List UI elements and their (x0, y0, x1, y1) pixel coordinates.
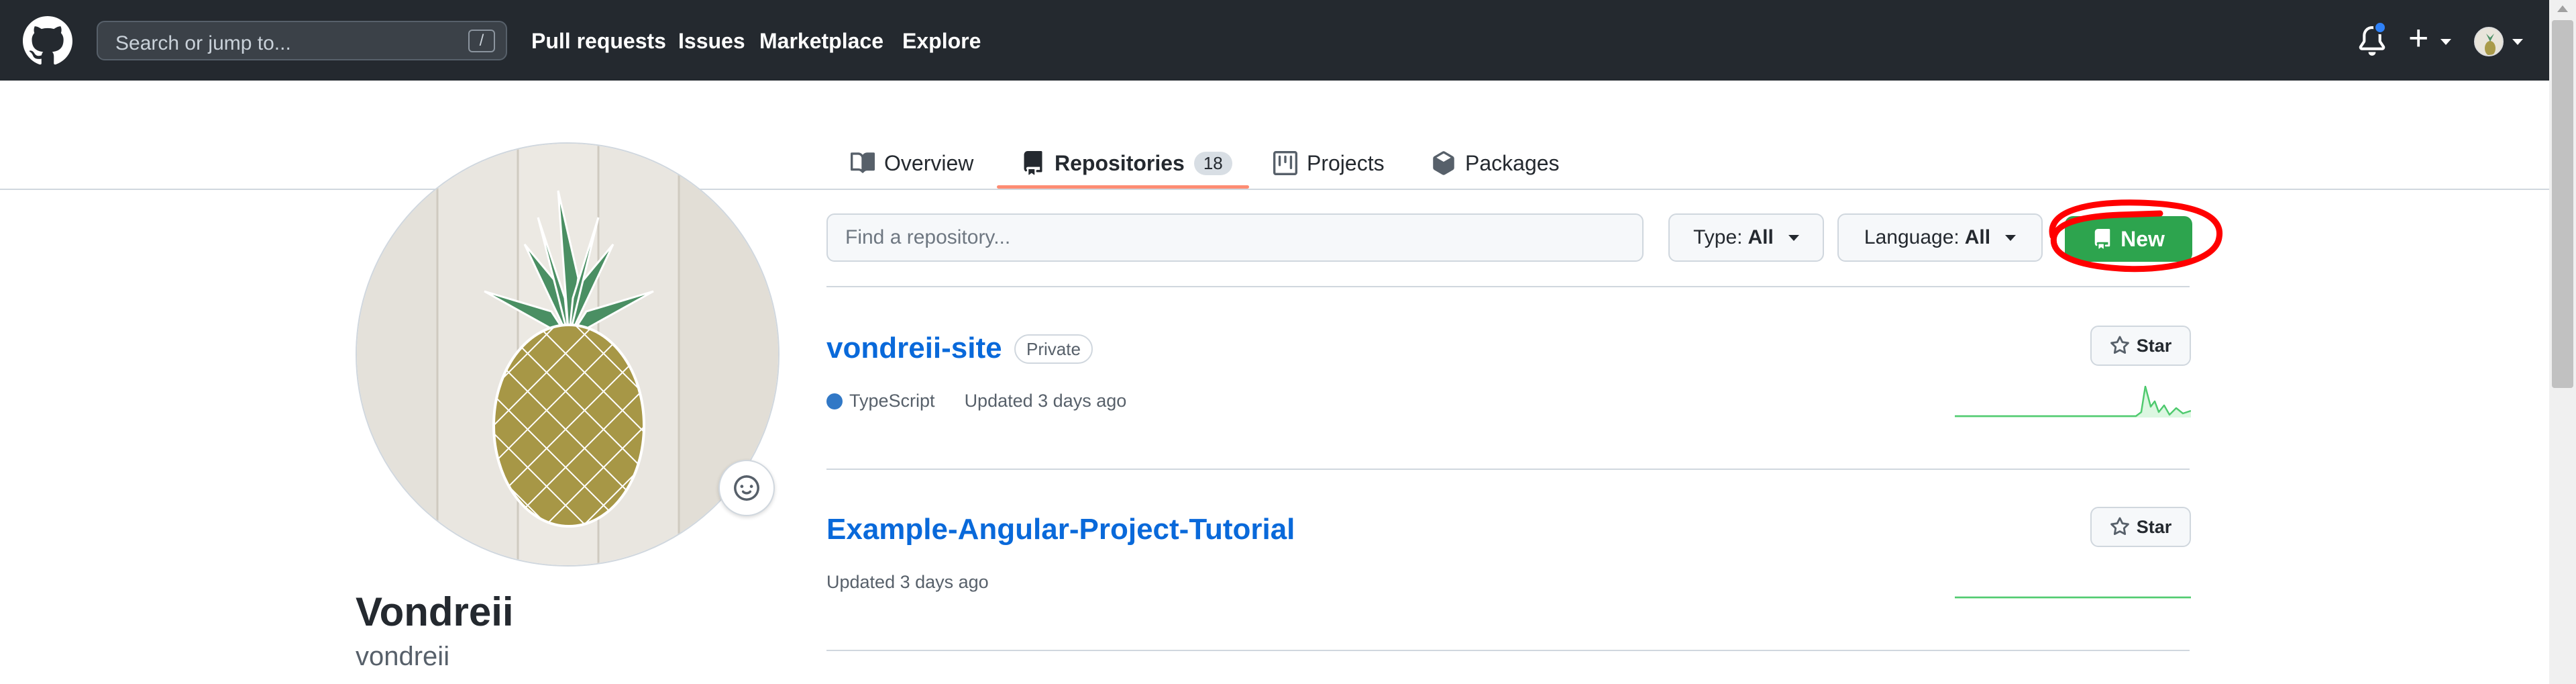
find-repository-input[interactable] (826, 213, 1644, 262)
type-filter-button[interactable]: Type: All (1668, 213, 1824, 262)
activity-sparkline (1955, 385, 2191, 418)
profile-avatar[interactable] (356, 142, 780, 567)
visibility-badge: Private (1014, 334, 1093, 364)
tab-overview-label: Overview (884, 150, 974, 175)
tab-packages-label: Packages (1465, 150, 1560, 175)
repo-divider (826, 469, 2190, 470)
nav-issues[interactable]: Issues (678, 29, 745, 54)
notification-indicator (2373, 21, 2387, 34)
repo-updated: Updated 3 days ago (964, 391, 1127, 411)
top-header: Search or jump to... / Pull requests Iss… (0, 0, 2549, 81)
project-icon (1273, 151, 1297, 175)
tab-repositories[interactable]: Repositories 18 (1021, 138, 1232, 189)
package-icon (1433, 151, 1454, 175)
book-icon (851, 152, 875, 173)
set-status-button[interactable] (718, 460, 775, 516)
scroll-up-arrow-icon[interactable] (2557, 5, 2568, 12)
global-search[interactable]: Search or jump to... / (97, 21, 507, 60)
tab-packages[interactable]: Packages (1432, 138, 1560, 189)
star-label: Star (2136, 335, 2172, 356)
nav-pull-requests[interactable]: Pull requests (531, 29, 666, 54)
chevron-down-icon (2005, 234, 2017, 241)
repo-meta: TypeScript Updated 3 days ago (826, 391, 1126, 411)
star-icon (2110, 336, 2129, 354)
new-button-label: New (2121, 226, 2165, 251)
tabs-divider (0, 189, 2549, 190)
filter-divider (826, 286, 2190, 287)
repo-updated: Updated 3 days ago (826, 572, 989, 592)
tab-overview[interactable]: Overview (851, 138, 973, 189)
repo-icon (1024, 151, 1042, 175)
profile-login: vondreii (356, 642, 450, 671)
chevron-down-icon (2512, 39, 2523, 45)
avatar[interactable] (2474, 27, 2504, 56)
language-filter-button[interactable]: Language: All (1837, 213, 2043, 262)
active-tab-indicator (997, 185, 1249, 189)
repo-link[interactable]: Example-Angular-Project-Tutorial (826, 513, 1295, 546)
star-icon (2110, 517, 2129, 536)
tab-projects-label: Projects (1307, 150, 1385, 175)
language-filter-value: All (1964, 226, 1991, 248)
chevron-down-icon (2440, 39, 2451, 45)
repositories-count-badge: 18 (1193, 151, 1232, 175)
github-logo-icon[interactable] (23, 16, 72, 66)
star-button[interactable]: Star (2090, 507, 2191, 547)
nav-marketplace[interactable]: Marketplace (759, 29, 883, 54)
smiley-icon (734, 475, 759, 501)
repo-link[interactable]: vondreii-site (826, 332, 1002, 365)
repo-icon (2094, 229, 2110, 249)
type-filter-value: All (1748, 226, 1774, 248)
nav-explore[interactable]: Explore (902, 29, 981, 54)
profile-name: Vondreii (356, 589, 514, 634)
repo-meta: Updated 3 days ago (826, 572, 989, 593)
repo-divider (826, 650, 2190, 651)
tab-repositories-label: Repositories (1055, 150, 1185, 175)
plus-icon[interactable]: + (2408, 21, 2428, 56)
scrollbar-thumb[interactable] (2552, 20, 2573, 388)
language-filter-label: Language: (1864, 226, 1960, 248)
search-placeholder: Search or jump to... (115, 32, 291, 54)
type-filter-label: Type: (1693, 226, 1743, 248)
search-shortcut-key: / (468, 30, 495, 52)
repo-language: TypeScript (849, 391, 935, 411)
star-label: Star (2136, 516, 2172, 537)
chevron-down-icon (1788, 234, 1799, 241)
activity-sparkline (1955, 596, 2191, 599)
star-button[interactable]: Star (2090, 326, 2191, 366)
tab-projects[interactable]: Projects (1273, 138, 1385, 189)
language-color-dot (826, 393, 843, 409)
new-repository-button[interactable]: New (2065, 216, 2192, 262)
